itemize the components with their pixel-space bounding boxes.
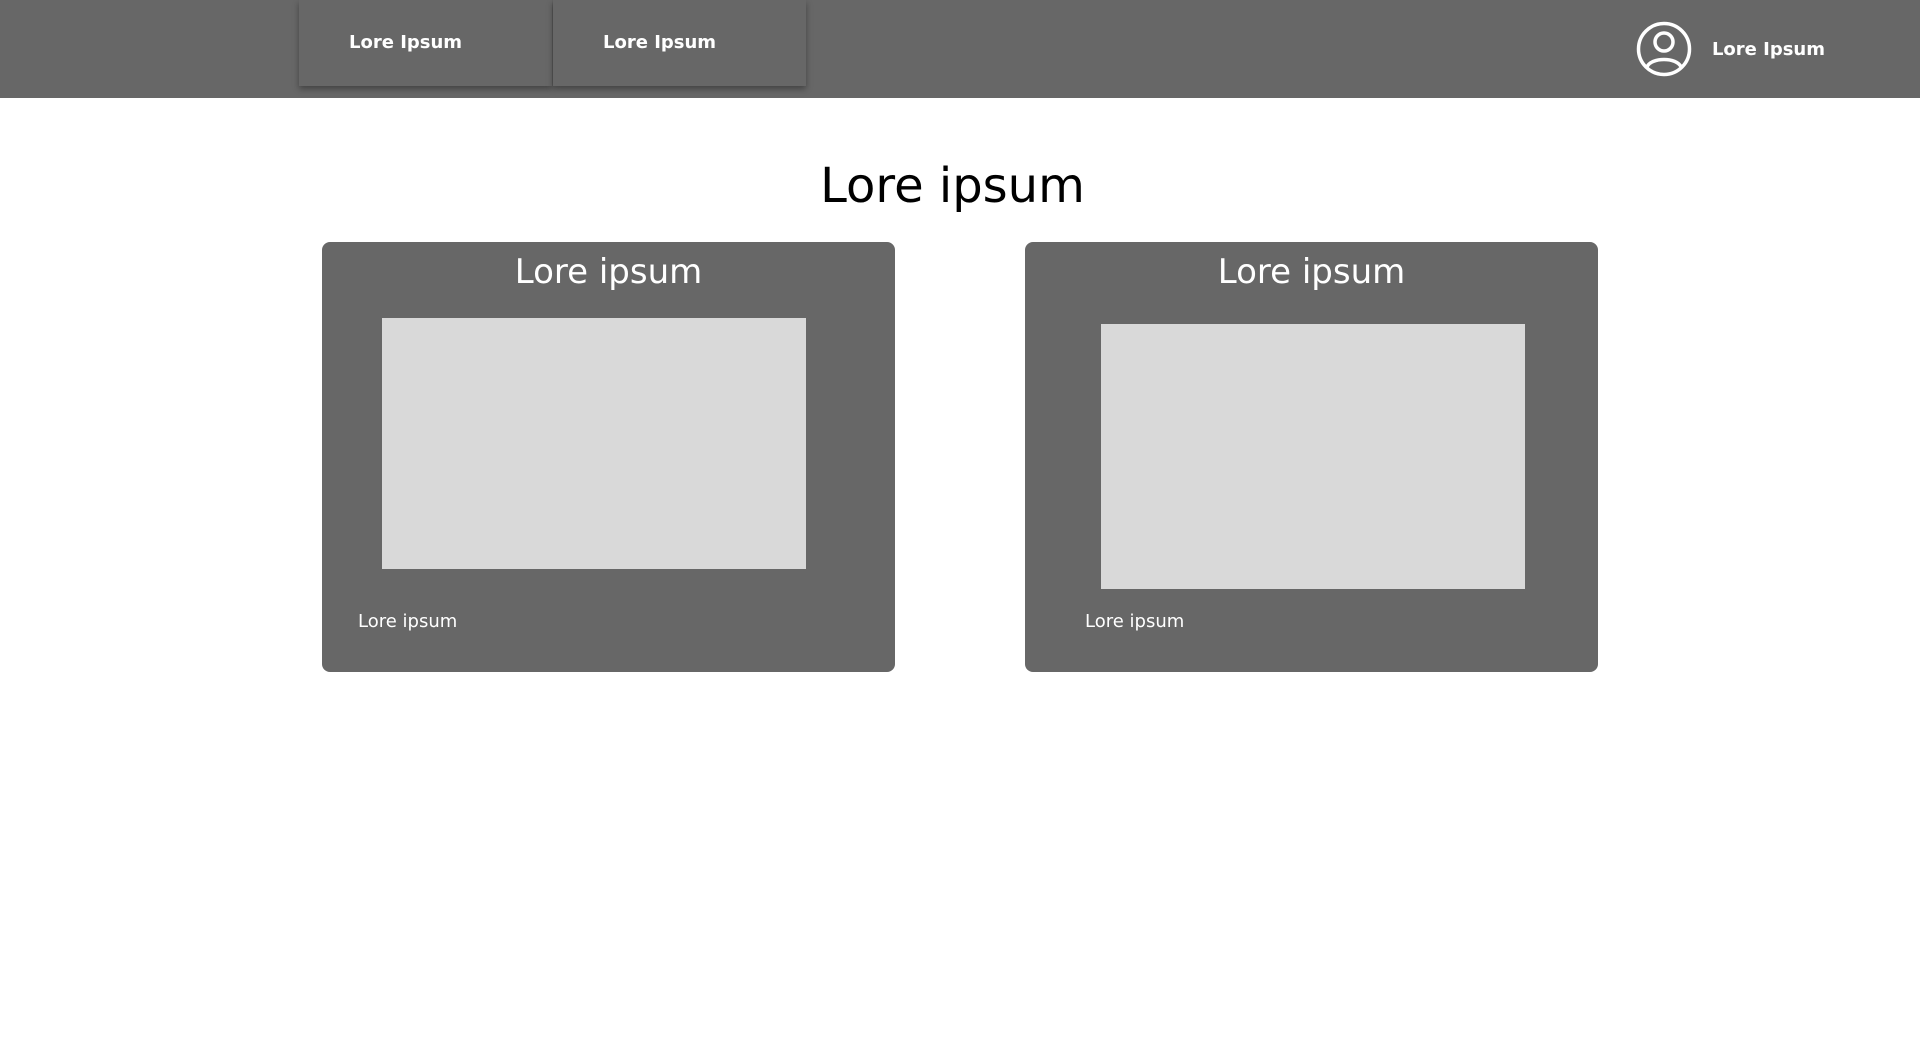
card-2-caption: Lore ipsum (1085, 611, 1185, 632)
card-2-title: Lore ipsum (1217, 252, 1406, 292)
nav-tab-2-label: Lore Ipsum (603, 32, 717, 53)
nav-tab-2[interactable]: Lore Ipsum (553, 0, 806, 86)
user-circle-icon (1636, 21, 1692, 77)
card-1-caption: Lore ipsum (358, 611, 458, 632)
card-2-image-placeholder (1101, 324, 1525, 589)
nav-tab-1-label: Lore Ipsum (349, 32, 463, 53)
card-1-title: Lore ipsum (514, 252, 703, 292)
user-account-menu[interactable]: Lore Ipsum (1636, 20, 1825, 78)
content-card-2[interactable]: Lore ipsum Lore ipsum (1025, 242, 1598, 672)
content-card-1[interactable]: Lore ipsum Lore ipsum (322, 242, 895, 672)
page-title: Lore ipsum (820, 158, 1085, 214)
nav-tab-1[interactable]: Lore Ipsum (299, 0, 552, 86)
user-name: Lore Ipsum (1711, 38, 1825, 60)
top-navigation-bar: Lore Ipsum Lore Ipsum Lore Ipsum (0, 0, 1920, 98)
card-1-image-placeholder (382, 318, 806, 569)
